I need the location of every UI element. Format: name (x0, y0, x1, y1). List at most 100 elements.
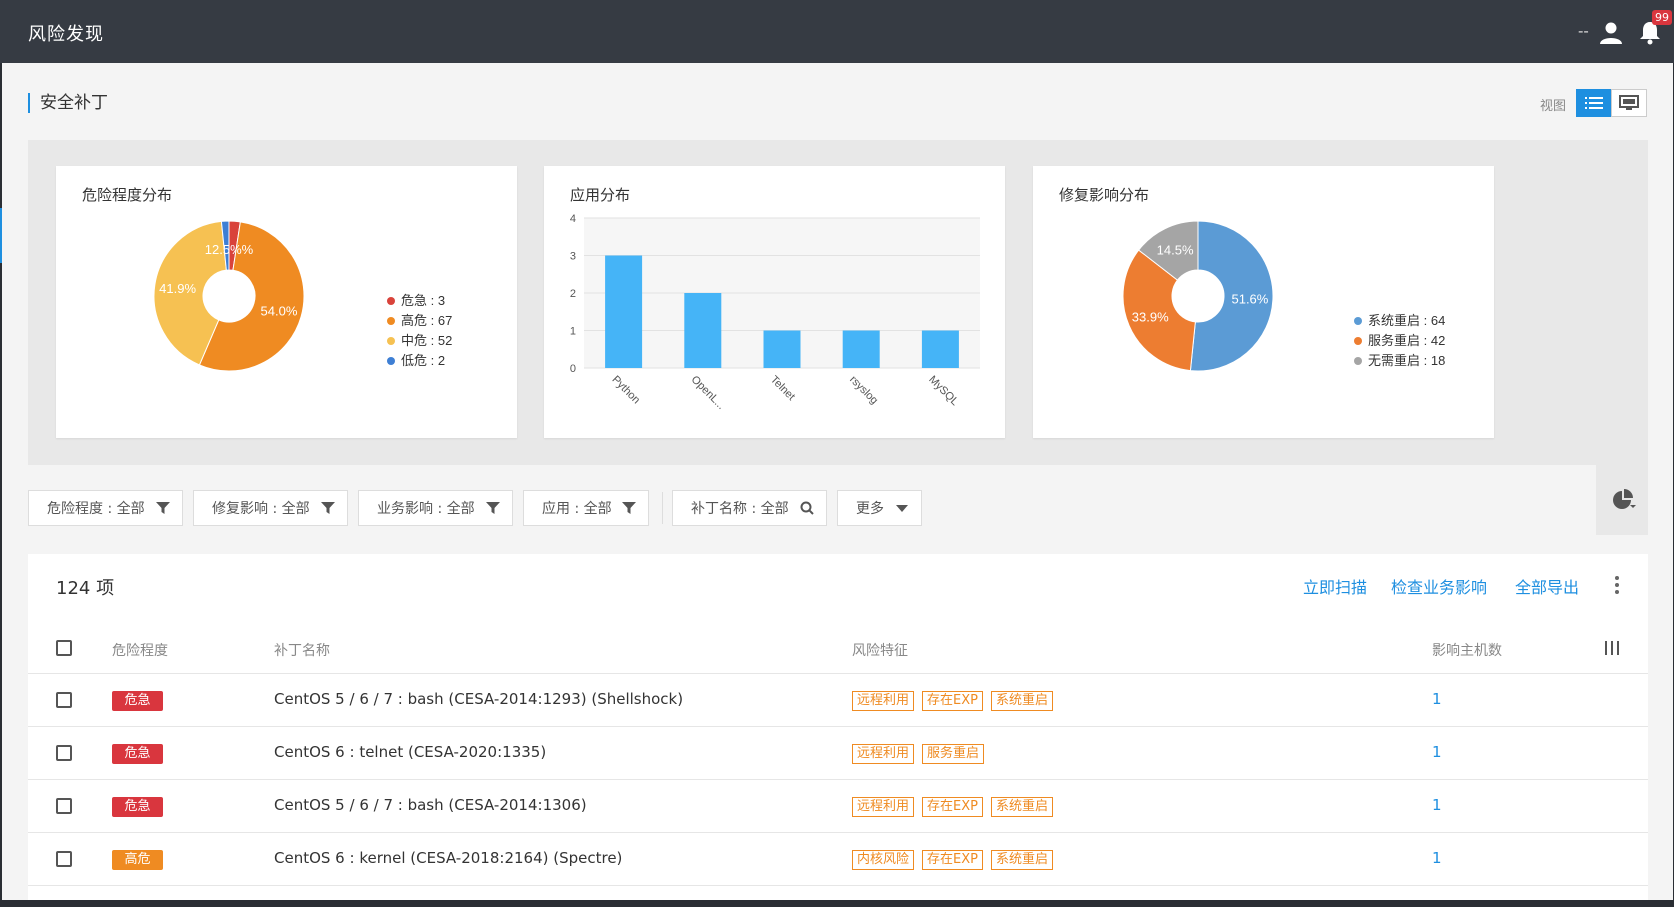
risk-tag: 远程利用 (852, 691, 915, 711)
pie-chart-icon (1613, 489, 1636, 509)
filter-icon (321, 502, 335, 514)
bottom-bar (0, 900, 1674, 907)
x-tick-label: rsyslog (847, 374, 880, 407)
more-filters-label: 更多 (856, 501, 884, 517)
user-icon[interactable] (1598, 20, 1624, 46)
y-tick-label: 3 (570, 251, 576, 263)
affected-host-count[interactable]: 1 (1432, 743, 1442, 761)
risk-tags: 远程利用 存在EXP 系统重启 (852, 797, 1053, 817)
y-tick-label: 4 (570, 213, 576, 225)
chart-toggle-tab[interactable] (1596, 465, 1648, 535)
filter-severity[interactable]: 危险程度 : 全部 (28, 490, 183, 526)
legend-label: 中危 : 52 (401, 333, 452, 348)
select-all-checkbox[interactable] (56, 640, 72, 656)
y-tick-label: 2 (570, 288, 576, 300)
x-tick-label: Python (609, 374, 642, 407)
patch-name[interactable]: CentOS 6 : kernel (CESA-2018:2164) (Spec… (274, 849, 622, 867)
bar (763, 330, 801, 368)
filter-icon (486, 502, 500, 514)
legend-marker (1354, 357, 1362, 365)
filter-icon (156, 502, 170, 514)
search-icon (800, 501, 814, 515)
risk-tag: 存在EXP (922, 797, 983, 817)
y-tick-label: 0 (570, 363, 576, 375)
filter-app[interactable]: 应用 : 全部 (523, 490, 649, 526)
filter-icon (622, 502, 636, 514)
column-risk-features[interactable]: 风险特征 (852, 640, 908, 660)
legend-label: 服务重启 : 42 (1368, 333, 1445, 348)
view-label: 视图 (1540, 99, 1567, 114)
row-checkbox[interactable] (56, 798, 72, 814)
more-filters-button[interactable]: 更多 (837, 490, 922, 526)
section-title: 安全补丁 (28, 93, 108, 113)
risk-tag: 远程利用 (852, 797, 915, 817)
column-settings-icon[interactable] (1604, 640, 1620, 656)
filter-business-impact[interactable]: 业务影响 : 全部 (358, 490, 513, 526)
risk-tag: 系统重启 (990, 691, 1053, 711)
filter-severity-label: 危险程度 : 全部 (47, 501, 145, 517)
column-affected-hosts[interactable]: 影响主机数 (1432, 640, 1502, 660)
legend-marker (387, 337, 395, 345)
patch-name[interactable]: CentOS 5 / 6 / 7 : bash (CESA-2014:1293)… (274, 690, 683, 708)
legend-label: 高危 : 67 (401, 313, 452, 328)
filter-patch-name[interactable]: 补丁名称 : 全部 (672, 490, 827, 526)
bar (842, 330, 880, 368)
risk-tags: 内核风险 存在EXP 系统重启 (852, 850, 1053, 870)
table-row[interactable]: 危急 CentOS 5 / 6 / 7 : bash (CESA-2014:130… (28, 780, 1648, 833)
affected-host-count[interactable]: 1 (1432, 849, 1442, 867)
bar (605, 255, 643, 368)
impact-chart-card: 修复影响分布 51.6% 33.9% 14.5% 系统重启 : 64 服务重启 : 42… (1033, 166, 1494, 438)
risk-tag: 系统重启 (990, 850, 1053, 870)
nav-highlight (0, 208, 2, 263)
patch-table-panel: 124 项 立即扫描 检查业务影响 全部导出 危险程度 补丁名称 风险特征 影响… (28, 554, 1648, 907)
table-row[interactable]: 危急 CentOS 6 : telnet (CESA-2020:1335) 远程利用… (28, 727, 1648, 780)
risk-tag: 服务重启 (922, 744, 985, 764)
result-count: 124 项 (56, 578, 115, 599)
filter-repair-impact-label: 修复影响 : 全部 (212, 501, 310, 517)
severity-badge: 危急 (112, 744, 163, 764)
row-checkbox[interactable] (56, 692, 72, 708)
x-tick-label: Telnet (768, 374, 797, 403)
filter-business-impact-label: 业务影响 : 全部 (377, 501, 475, 517)
legend-marker (1354, 317, 1362, 325)
risk-tags: 远程利用 存在EXP 系统重启 (852, 691, 1053, 711)
filter-separator (662, 492, 663, 524)
column-patch-name[interactable]: 补丁名称 (274, 640, 330, 660)
affected-host-count[interactable]: 1 (1432, 796, 1442, 814)
y-tick-label: 1 (570, 326, 576, 338)
severity-badge: 危急 (112, 797, 163, 817)
export-all-link[interactable]: 全部导出 (1515, 574, 1579, 598)
table-row[interactable]: 高危 CentOS 6 : kernel (CESA-2018:2164) (Sp… (28, 833, 1648, 886)
impact-donut-chart: 51.6% 33.9% 14.5% 系统重启 : 64 服务重启 : 42 无需重启 : … (1122, 220, 1445, 372)
column-severity[interactable]: 危险程度 (112, 640, 168, 660)
filter-app-label: 应用 : 全部 (542, 501, 612, 517)
affected-host-count[interactable]: 1 (1432, 690, 1442, 708)
screen-view-button[interactable] (1611, 89, 1647, 117)
left-nav-strip (0, 63, 2, 907)
legend-marker (387, 357, 395, 365)
risk-tag: 内核风险 (852, 850, 915, 870)
legend-label: 无需重启 : 18 (1368, 353, 1445, 368)
page-title: 风险发现 (28, 24, 104, 45)
scan-now-link[interactable]: 立即扫描 (1303, 574, 1367, 598)
patch-name[interactable]: CentOS 6 : telnet (CESA-2020:1335) (274, 743, 546, 761)
severity-donut-chart: 54.0% 41.9% 危急 : 3 高危 : 67 中危 : 52 低危 : 2 12.5… (153, 220, 452, 372)
slice-percent-label: 14.5% (1157, 242, 1194, 257)
slice-percent-label: 33.9% (1132, 310, 1169, 325)
slice-percent-label: 54.0% (261, 303, 298, 318)
monitor-icon (1619, 95, 1639, 110)
row-checkbox[interactable] (56, 851, 72, 867)
table-row[interactable]: 危急 CentOS 5 / 6 / 7 : bash (CESA-2014:129… (28, 674, 1648, 727)
notification-badge: 99 (1652, 10, 1672, 25)
more-actions-icon[interactable] (1614, 574, 1620, 596)
user-name: -- (1578, 22, 1589, 40)
legend-label: 危急 : 3 (401, 293, 445, 308)
legend-marker (387, 317, 395, 325)
check-business-impact-link[interactable]: 检查业务影响 (1391, 574, 1487, 598)
list-view-button[interactable] (1576, 89, 1612, 117)
top-bar: 风险发现 -- 99 (0, 0, 1674, 63)
filter-repair-impact[interactable]: 修复影响 : 全部 (193, 490, 348, 526)
bar (921, 330, 959, 368)
row-checkbox[interactable] (56, 745, 72, 761)
patch-name[interactable]: CentOS 5 / 6 / 7 : bash (CESA-2014:1306) (274, 796, 587, 814)
